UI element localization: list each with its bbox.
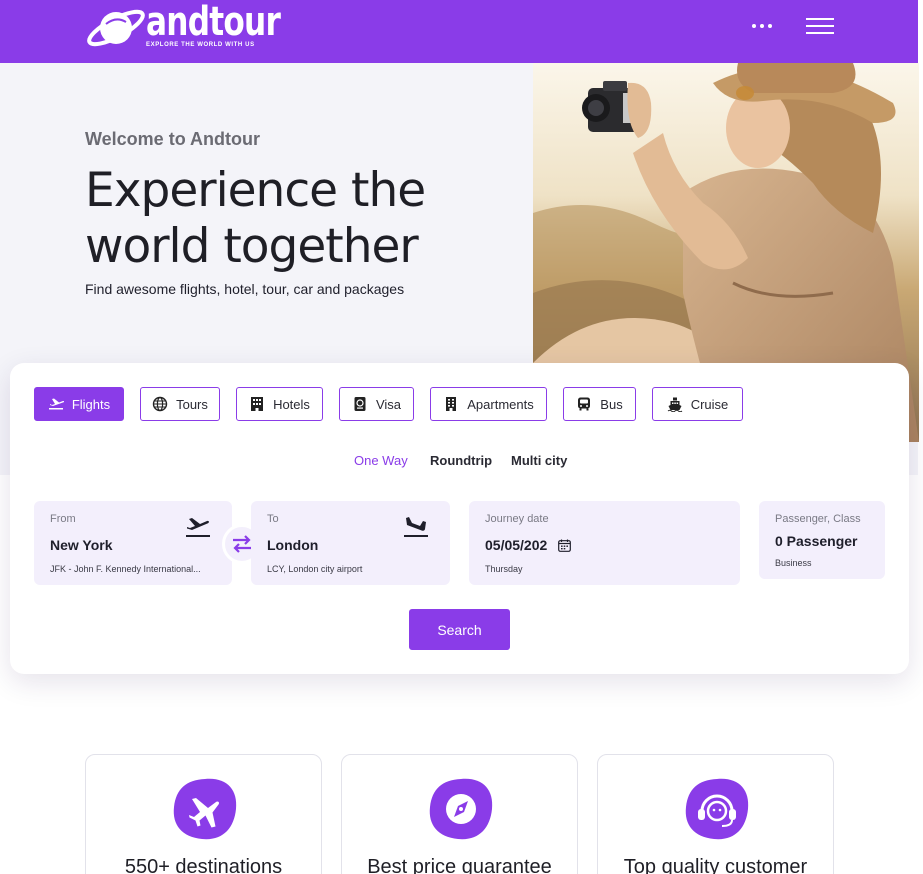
passenger-value: 0 Passenger (775, 533, 858, 549)
tab-tours[interactable]: Tours (140, 387, 220, 421)
tab-apartments[interactable]: Apartments (430, 387, 547, 421)
from-airport: JFK - John F. Kennedy International... (50, 564, 201, 574)
top-navbar: andtour EXPLORE THE WORLD WITH US (0, 0, 918, 63)
planet-logo-icon (87, 9, 145, 47)
tab-visa[interactable]: Visa (339, 387, 414, 421)
brand-tagline: EXPLORE THE WORLD WITH US (146, 42, 255, 48)
tab-label: Visa (375, 396, 402, 412)
to-airport: LCY, London city airport (267, 564, 363, 574)
tab-label: Apartments (467, 396, 534, 412)
to-label: To (267, 513, 279, 525)
passenger-class-field[interactable]: Passenger, Class 0 Passenger Business (759, 501, 885, 579)
headset-icon (685, 778, 749, 840)
tab-label: Cruise (690, 396, 729, 412)
trip-multi-city[interactable]: Multi city (511, 453, 567, 468)
feature-card-support: Top quality customer (597, 754, 834, 874)
bus-icon (578, 397, 591, 411)
date-label: Journey date (485, 513, 549, 525)
tab-label: Hotels (273, 396, 310, 412)
feature-card-destinations: 550+ destinations (85, 754, 322, 874)
tab-label: Tours (176, 396, 208, 412)
brand-name: andtour (146, 0, 281, 45)
ship-icon (667, 397, 683, 412)
date-value: 05/05/202 (485, 537, 548, 553)
from-label: From (50, 513, 76, 525)
swap-arrows-icon (233, 535, 251, 553)
ellipsis-icon[interactable] (749, 16, 775, 36)
feature-card-price: Best price guarantee (341, 754, 578, 874)
hero-subline: Find awesome flights, hotel, tour, car a… (85, 281, 405, 297)
hamburger-icon[interactable] (804, 15, 836, 37)
plane-landing-icon (404, 517, 428, 537)
plane-icon (173, 778, 237, 840)
feature-title: 550+ destinations (124, 856, 283, 874)
feature-title: Top quality customer (623, 856, 808, 874)
feature-title: Best price guarantee (367, 856, 552, 874)
tab-bus[interactable]: Bus (563, 387, 636, 421)
calendar-icon[interactable] (558, 539, 571, 552)
tab-flights[interactable]: Flights (34, 387, 124, 421)
brand-logo[interactable]: andtour EXPLORE THE WORLD WITH US (84, 0, 281, 54)
apartment-icon (446, 397, 457, 411)
welcome-text: Welcome to Andtour (85, 129, 260, 149)
class-value: Business (775, 558, 812, 568)
to-field[interactable]: To London LCY, London city airport (251, 501, 450, 585)
hero-headline: Experience the world together (85, 163, 426, 274)
trip-one-way[interactable]: One Way (354, 453, 408, 468)
tab-label: Bus (600, 396, 623, 412)
passenger-label: Passenger, Class (775, 513, 861, 525)
plane-icon (48, 398, 64, 410)
hotel-icon (251, 397, 264, 411)
tab-cruise[interactable]: Cruise (652, 387, 743, 421)
date-weekday: Thursday (485, 564, 523, 574)
from-field[interactable]: From New York JFK - John F. Kennedy Inte… (34, 501, 232, 585)
search-card: Flights Tours Hotels Visa Apartments Bus… (10, 363, 909, 674)
journey-date-field[interactable]: Journey date 05/05/202 Thursday (469, 501, 740, 585)
from-value: New York (50, 537, 113, 553)
tab-label: Flights (71, 396, 111, 412)
globe-icon (152, 396, 168, 412)
passport-icon (354, 397, 366, 411)
trip-roundtrip[interactable]: Roundtrip (430, 453, 492, 468)
plane-takeoff-icon (186, 518, 210, 537)
tab-hotels[interactable]: Hotels (236, 387, 323, 421)
search-button[interactable]: Search (409, 609, 510, 650)
compass-icon (429, 778, 493, 840)
to-value: London (267, 537, 319, 553)
